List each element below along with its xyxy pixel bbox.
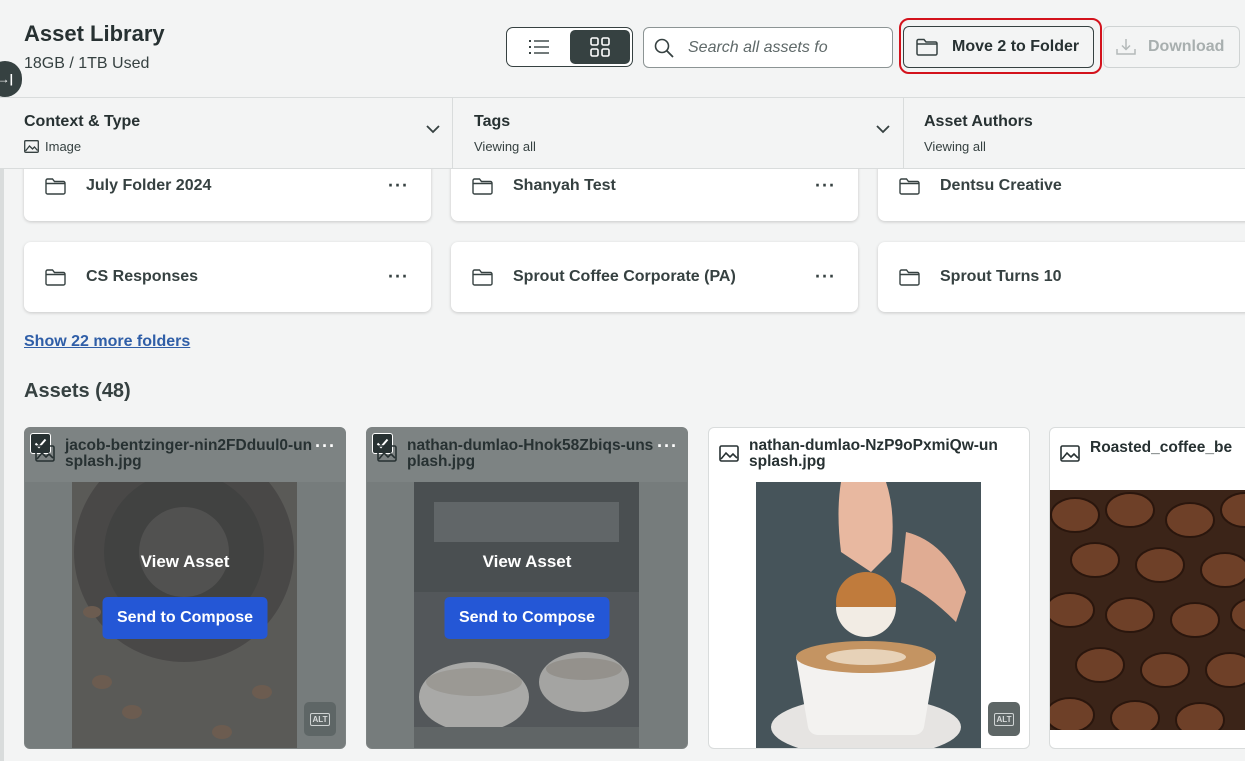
filter-title: Asset Authors — [924, 113, 1033, 130]
filter-value: Viewing all — [924, 139, 986, 154]
asset-thumbnail — [1050, 490, 1245, 730]
search-field[interactable] — [643, 27, 893, 68]
storage-usage: 18GB / 1TB Used — [24, 55, 150, 72]
download-label: Download — [1148, 38, 1225, 55]
image-icon — [1060, 445, 1080, 462]
move-to-folder-button[interactable]: Move 2 to Folder — [903, 26, 1094, 68]
view-asset-button[interactable]: View Asset — [25, 552, 345, 572]
folder-icon — [45, 268, 66, 286]
image-icon — [719, 445, 739, 462]
alt-text-badge[interactable]: ALT — [304, 702, 336, 736]
folder-name: Sprout Coffee Corporate (PA) — [513, 268, 736, 285]
send-to-compose-button[interactable]: Send to Compose — [102, 597, 268, 639]
folder-menu-button[interactable]: ··· — [388, 176, 409, 197]
folder-name: CS Responses — [86, 268, 199, 285]
show-more-folders-link[interactable]: Show 22 more folders — [24, 333, 190, 351]
folder-name: Sprout Turns 10 — [940, 268, 1062, 285]
assets-heading: Assets (48) — [24, 380, 131, 402]
folder-icon — [472, 177, 493, 195]
asset-menu-button[interactable]: ··· — [657, 436, 678, 457]
image-icon — [35, 445, 55, 462]
folder-menu-button[interactable]: ··· — [388, 267, 409, 288]
search-input[interactable] — [688, 38, 848, 57]
filter-title: Tags — [474, 113, 511, 130]
asset-card[interactable]: nathan-dumlao-Hnok58Zbiqs-unsplash.jpg ·… — [366, 427, 688, 749]
filter-asset-authors[interactable]: Asset Authors Viewing all — [904, 98, 1245, 168]
filter-context-type[interactable]: Context & Type Image — [0, 98, 453, 168]
folder-icon — [899, 268, 920, 286]
folder-name: Dentsu Creative — [940, 177, 1062, 194]
download-button[interactable]: Download — [1103, 26, 1240, 68]
folder-card[interactable]: Shanyah Test ··· — [451, 169, 858, 221]
download-icon — [1116, 39, 1136, 55]
list-view-button[interactable] — [509, 30, 570, 64]
view-asset-button[interactable]: View Asset — [367, 552, 687, 572]
asset-title: Roasted_coffee_be — [1090, 440, 1233, 456]
chevron-down-icon — [426, 125, 440, 134]
folder-menu-button[interactable]: ··· — [815, 176, 836, 197]
folder-card[interactable]: July Folder 2024 ··· — [24, 169, 431, 221]
view-toggle — [506, 27, 633, 67]
chevron-down-icon — [876, 125, 890, 134]
alt-text-badge[interactable]: ALT — [988, 702, 1020, 736]
grid-icon — [589, 37, 610, 57]
folder-card[interactable]: CS Responses ··· — [24, 242, 431, 312]
send-to-compose-button[interactable]: Send to Compose — [444, 597, 610, 639]
filter-title: Context & Type — [24, 113, 141, 130]
asset-title: nathan-dumlao-Hnok58Zbiqs-unsplash.jpg — [407, 437, 654, 470]
folder-menu-button[interactable]: ··· — [815, 267, 836, 288]
image-icon — [377, 445, 397, 462]
asset-card[interactable]: Roasted_coffee_be — [1049, 427, 1245, 749]
folder-name: Shanyah Test — [513, 177, 616, 194]
asset-title: jacob-bentzinger-nin2FDduul0-unsplash.jp… — [65, 437, 313, 470]
asset-title: nathan-dumlao-NzP9oPxmiQw-unsplash.jpg — [749, 437, 998, 470]
asset-thumbnail — [756, 482, 981, 748]
folder-grid: July Folder 2024 ··· Shanyah Test ··· De… — [0, 169, 1245, 329]
filter-tags[interactable]: Tags Viewing all — [453, 98, 904, 168]
folder-icon — [472, 268, 493, 286]
image-icon — [24, 140, 39, 153]
asset-card[interactable]: jacob-bentzinger-nin2FDduul0-unsplash.jp… — [24, 427, 346, 749]
filter-bar: Context & Type Image Tags Viewing all As… — [0, 97, 1245, 169]
grid-view-button[interactable] — [569, 30, 630, 64]
asset-menu-button[interactable]: ··· — [315, 436, 336, 457]
list-icon — [529, 40, 550, 54]
move-to-folder-label: Move 2 to Folder — [952, 38, 1080, 55]
folder-card[interactable]: Sprout Turns 10 — [878, 242, 1245, 312]
folder-icon — [916, 38, 938, 56]
search-icon — [654, 38, 674, 58]
folder-card[interactable]: Dentsu Creative — [878, 169, 1245, 221]
folder-icon — [45, 177, 66, 195]
page-title: Asset Library — [24, 21, 165, 46]
filter-value: Image — [24, 139, 81, 154]
folder-name: July Folder 2024 — [86, 177, 212, 194]
filter-value: Viewing all — [474, 139, 536, 154]
folder-card[interactable]: Sprout Coffee Corporate (PA) ··· — [451, 242, 858, 312]
expand-icon: →| — [0, 72, 13, 86]
page-header: Asset Library 18GB / 1TB Used Move 2 to … — [0, 0, 1245, 98]
folder-icon — [899, 177, 920, 195]
asset-card[interactable]: nathan-dumlao-NzP9oPxmiQw-unsplash.jpg A… — [708, 427, 1030, 749]
